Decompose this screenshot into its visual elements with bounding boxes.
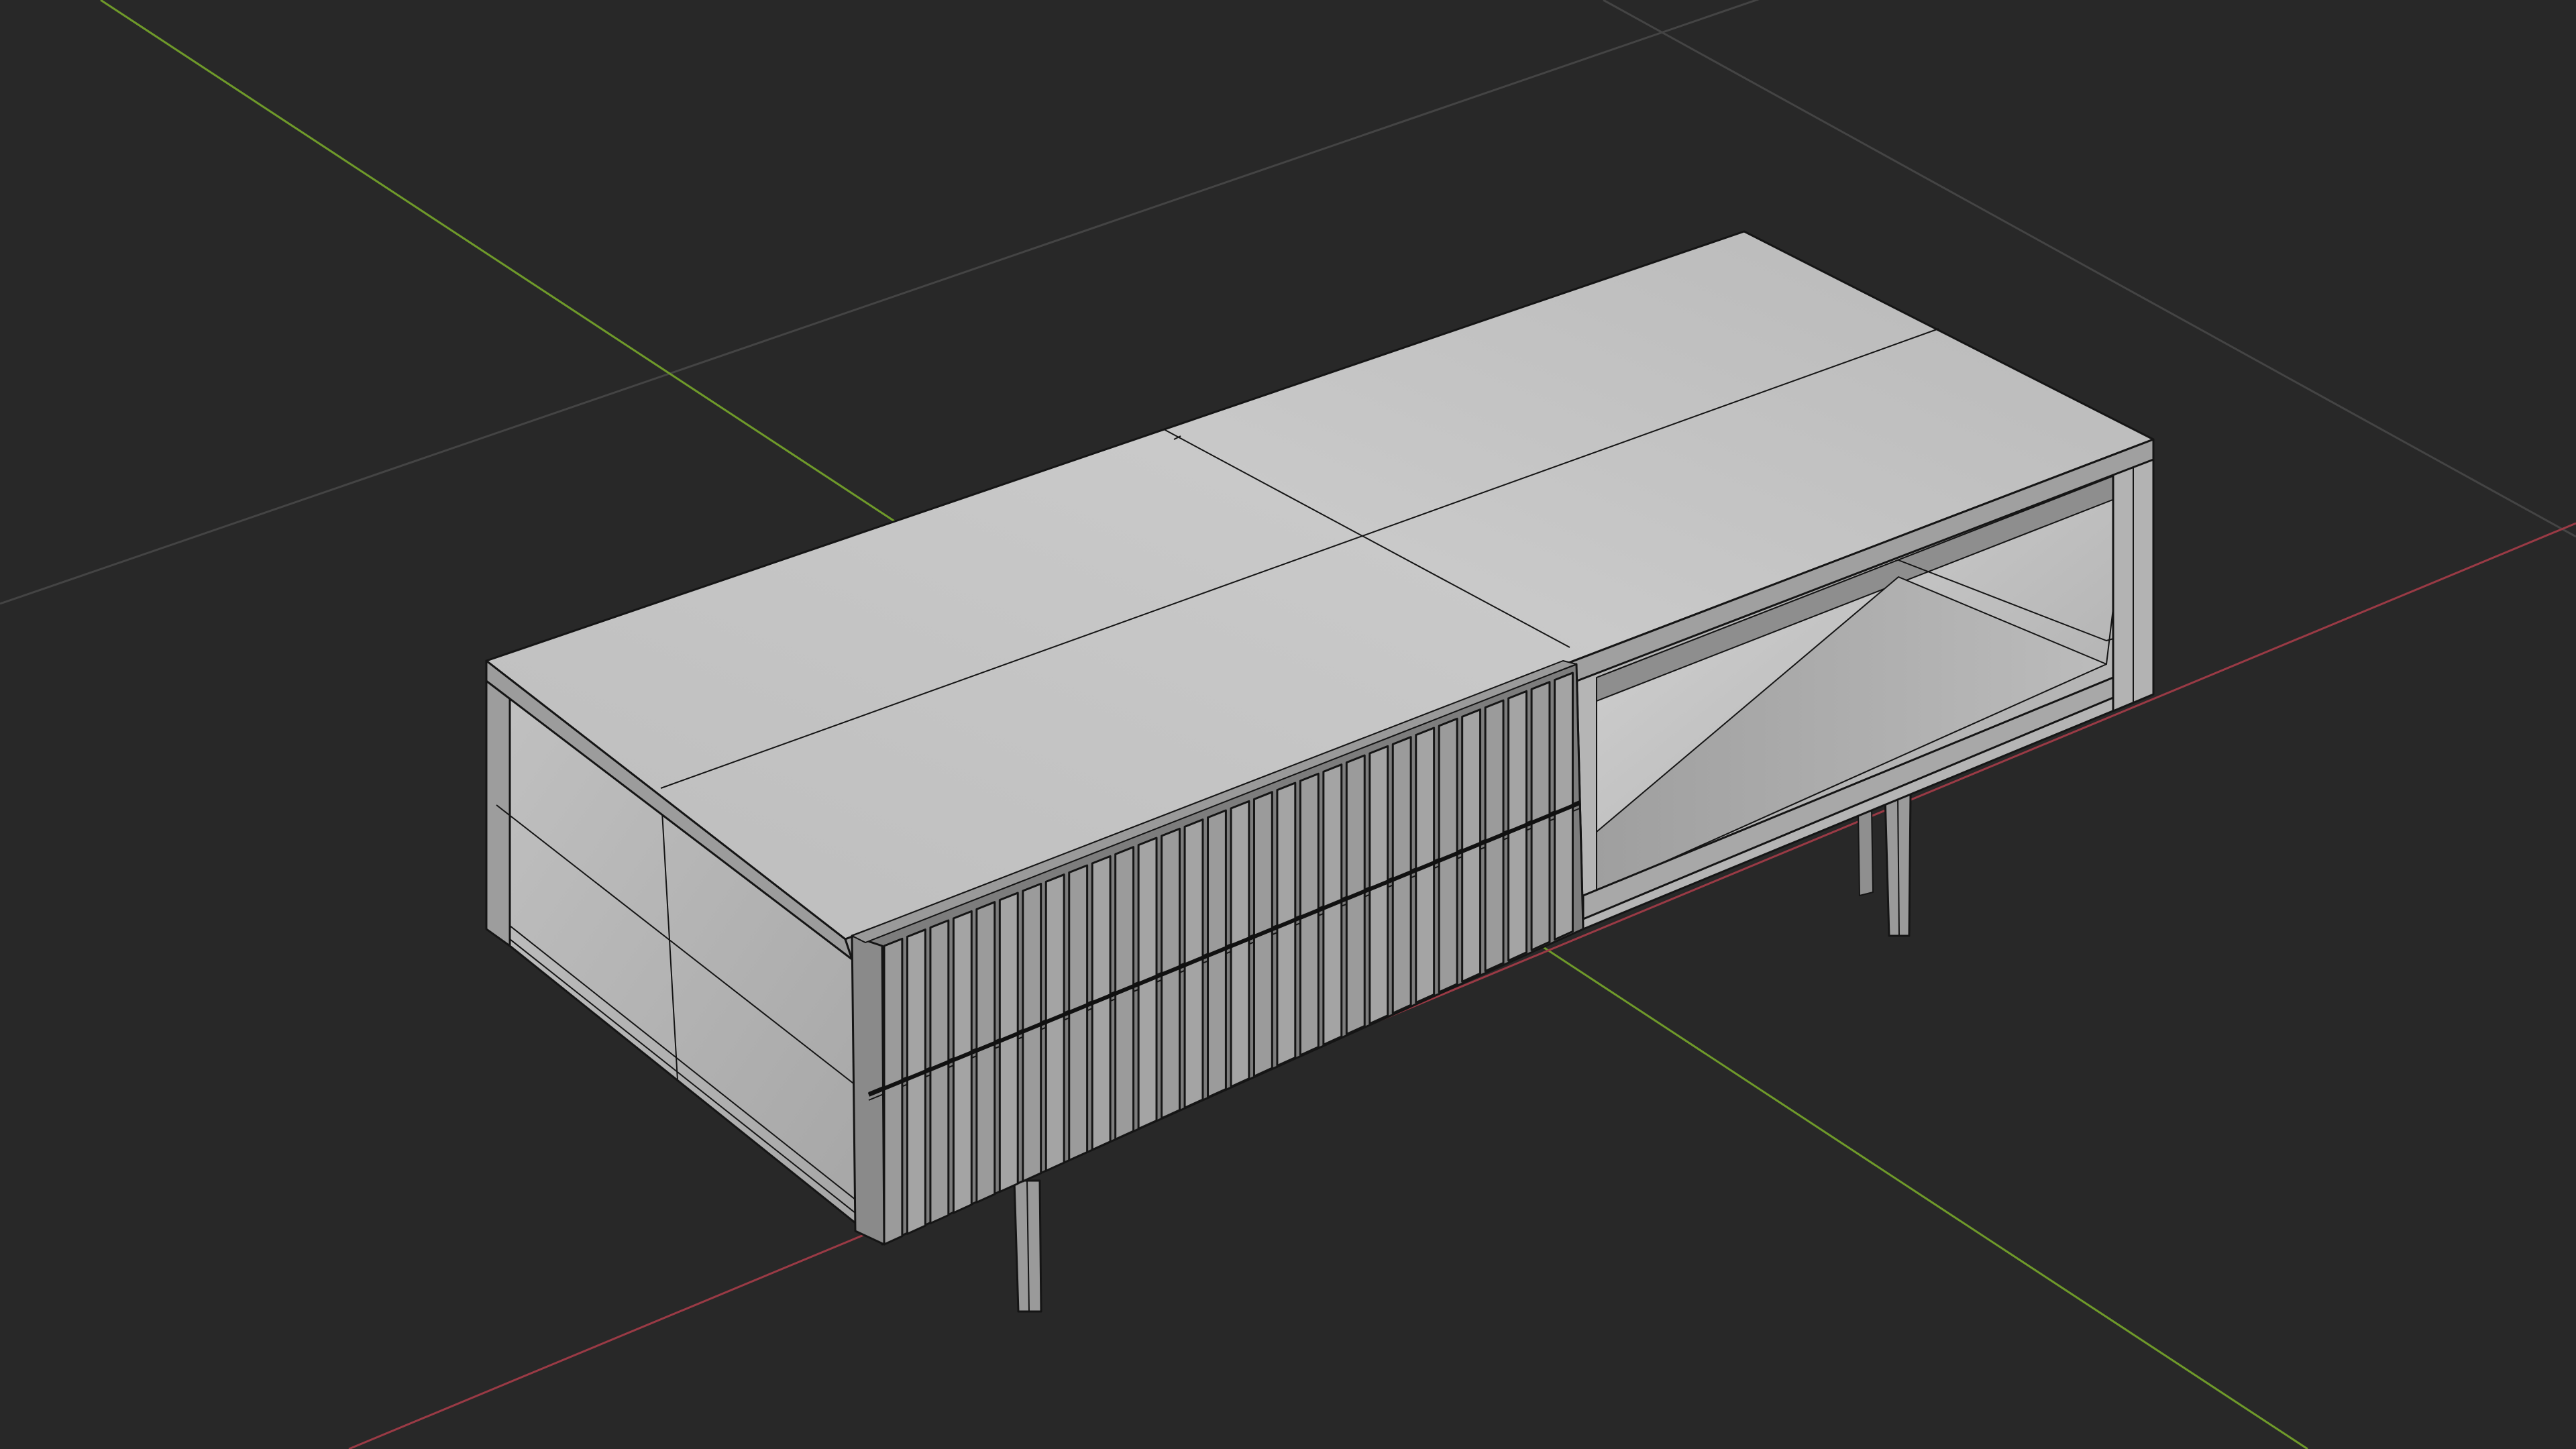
tv-stand-model[interactable] [485, 230, 2155, 1313]
flute-slat [929, 919, 950, 1225]
flute-slat [906, 928, 926, 1235]
flute-slat [883, 937, 904, 1246]
flute-slat [998, 892, 1019, 1193]
flute-slat [952, 910, 973, 1214]
flute-slat [975, 901, 996, 1203]
3d-viewport[interactable] [0, 0, 2576, 1449]
